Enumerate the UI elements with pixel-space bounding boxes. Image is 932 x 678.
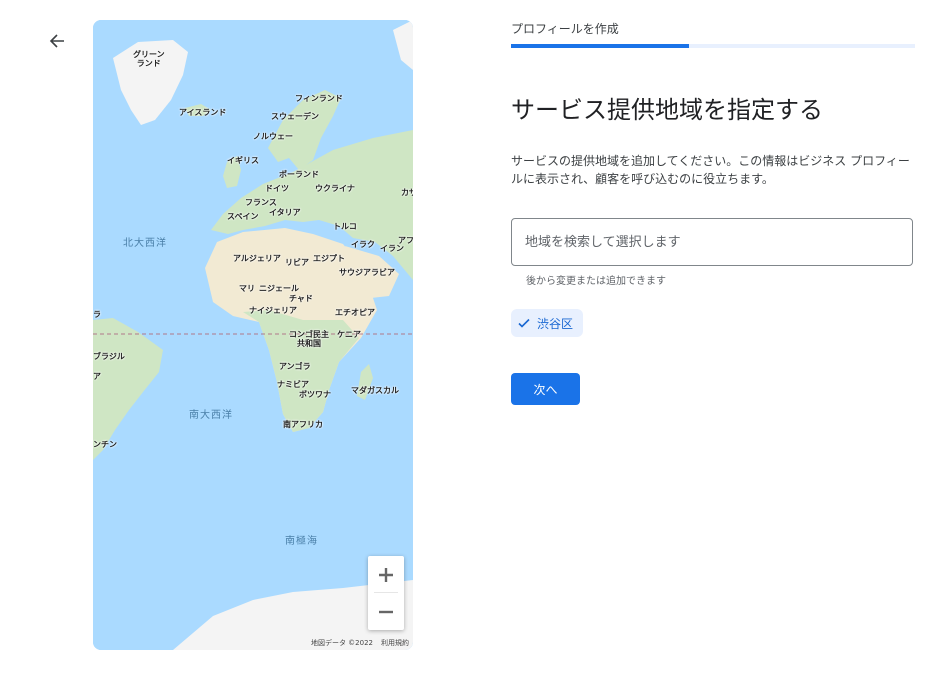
label-turkey: トルコ <box>333 222 357 231</box>
label-chad: チャド <box>289 294 313 303</box>
step-label: プロフィールを作成 <box>511 22 619 36</box>
check-icon <box>518 318 530 328</box>
label-botswana: ボツワナ <box>299 390 331 399</box>
map-data-link[interactable]: 地図データ ©2022 <box>311 639 373 647</box>
selected-area-label: 渋谷区 <box>537 316 574 331</box>
label-af: アフ <box>398 236 413 245</box>
label-south-atlantic: 南大西洋 <box>189 410 233 421</box>
label-angola: アンゴラ <box>279 362 311 371</box>
next-button[interactable]: 次へ <box>511 373 580 405</box>
page-title: サービス提供地域を指定する <box>511 96 823 124</box>
label-madagascar: マダガスカル <box>351 386 399 395</box>
label-saudi: サウジアラビア <box>339 268 395 277</box>
label-argentina: ンチン <box>93 440 117 449</box>
zoom-in-button[interactable] <box>368 556 404 593</box>
label-egypt: エジプト <box>313 254 345 263</box>
label-congo: コンゴ民主 共和国 <box>289 330 329 348</box>
label-ethiopia: エチオピア <box>335 308 375 317</box>
plus-icon <box>379 567 393 582</box>
label-south-africa: 南アフリカ <box>283 420 323 429</box>
page-description: サービスの提供地域を追加してください。この情報はビジネス プロフィールに表示され… <box>511 154 910 186</box>
label-iraq: イラク <box>351 240 375 249</box>
area-search-input[interactable] <box>512 219 908 265</box>
map-attribution: 地図データ ©2022 利用規約 <box>311 638 409 648</box>
label-norway: ノルウェー <box>253 132 293 141</box>
map[interactable]: グリーン ランド アイスランド フィンランド スウェーデン ノルウェー イギリス… <box>93 20 413 650</box>
label-a: ア <box>93 372 101 381</box>
label-italy: イタリア <box>269 208 301 217</box>
label-namibia: ナミビア <box>277 380 309 389</box>
progress-fill <box>511 44 689 48</box>
progress-bar <box>511 44 915 48</box>
label-mali: マリ <box>239 284 255 293</box>
label-greenland: グリーン ランド <box>133 50 165 68</box>
terms-link[interactable]: 利用規約 <box>381 639 409 647</box>
label-nigeria: ナイジェリア <box>249 306 297 315</box>
map-zoom-controls <box>368 556 404 630</box>
selected-area-chip[interactable]: 渋谷区 <box>511 309 584 337</box>
label-ra: ラ <box>93 310 101 319</box>
label-germany: ドイツ <box>265 184 289 193</box>
arrow-left-icon <box>49 34 64 48</box>
label-iceland: アイスランド <box>179 108 227 117</box>
minus-icon <box>379 610 393 613</box>
label-ukraine: ウクライナ <box>315 184 355 193</box>
label-france: フランス <box>245 198 277 207</box>
label-poland: ポーランド <box>279 170 319 179</box>
label-finland: フィンランド <box>295 94 343 103</box>
label-spain: スペイン <box>227 212 259 221</box>
label-kazakh: カザ <box>401 188 413 197</box>
label-brazil: ブラジル <box>93 352 125 361</box>
label-southern-ocean: 南極海 <box>285 536 318 547</box>
label-algeria: アルジェリア <box>233 254 281 263</box>
back-button[interactable] <box>44 28 70 54</box>
label-niger: ニジェール <box>259 284 299 293</box>
label-iran: イラン <box>380 244 404 253</box>
helper-text: 後から変更または追加できます <box>526 276 666 287</box>
zoom-out-button[interactable] <box>368 593 404 630</box>
label-libya: リビア <box>285 258 309 267</box>
label-kenya: ケニア <box>337 330 361 339</box>
area-search-field[interactable] <box>511 218 913 266</box>
map-background <box>93 20 413 650</box>
label-north-atlantic: 北大西洋 <box>123 238 167 249</box>
label-sweden: スウェーデン <box>271 112 319 121</box>
label-uk: イギリス <box>227 156 259 165</box>
